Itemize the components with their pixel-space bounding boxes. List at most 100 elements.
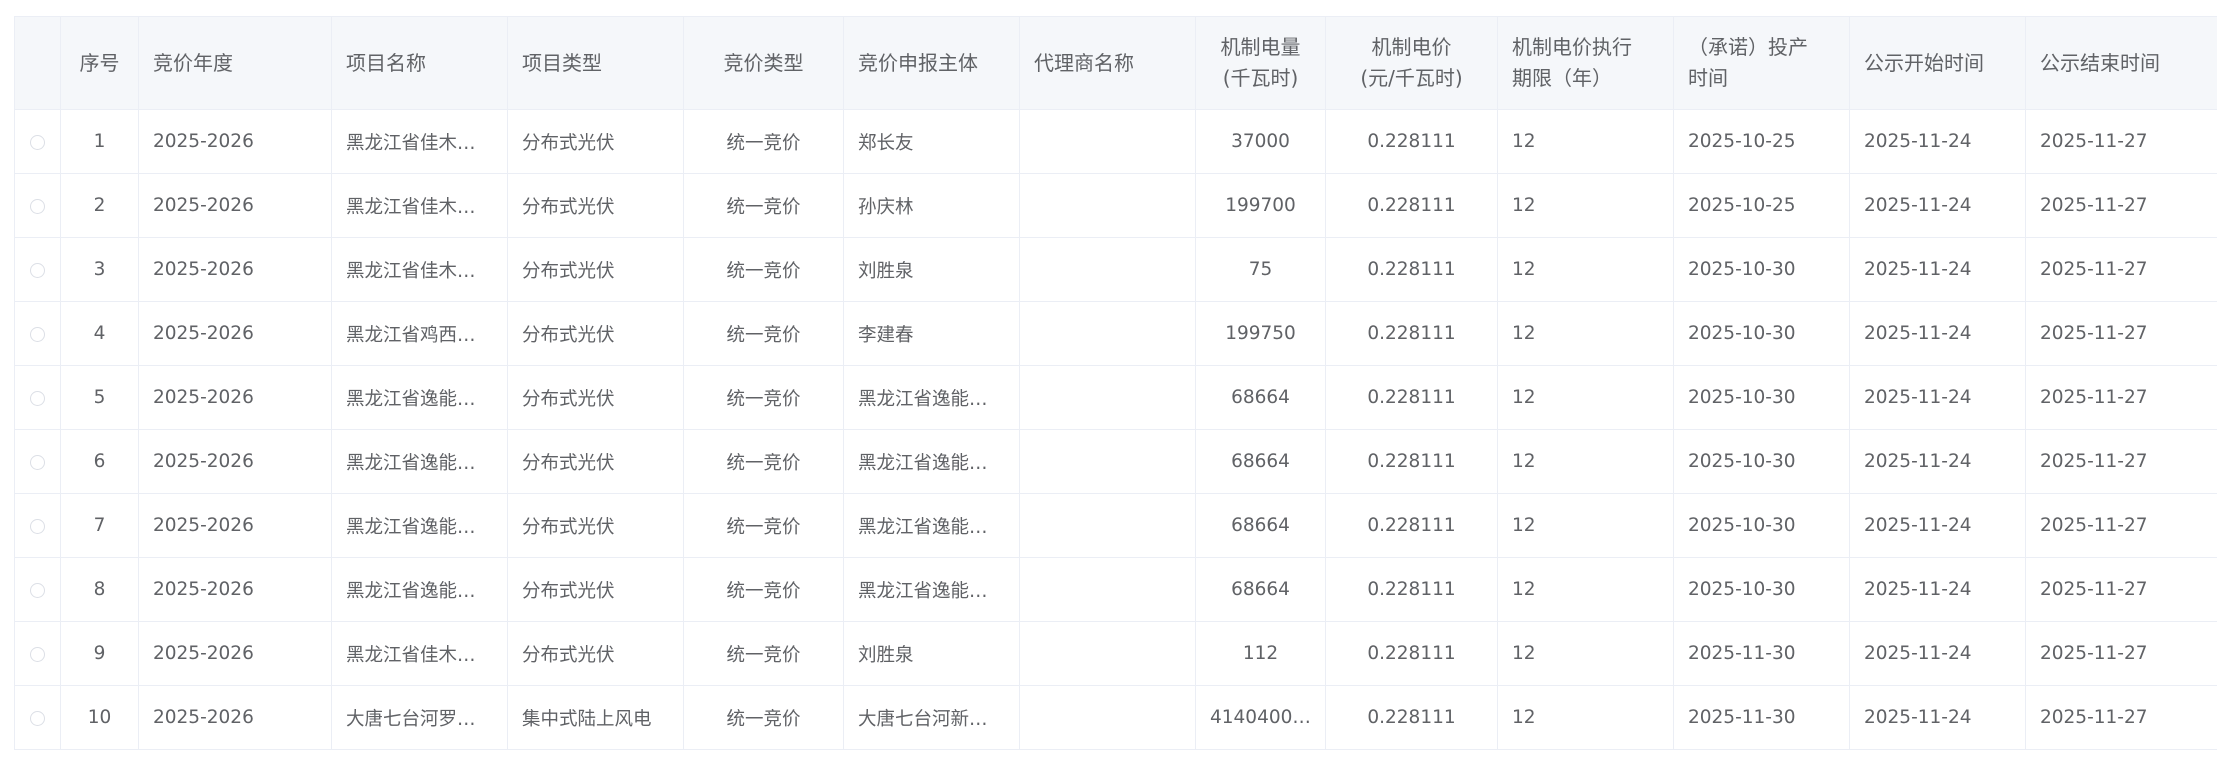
- row-select-radio[interactable]: [30, 454, 45, 470]
- cell-bid-type: 统一竞价: [683, 557, 844, 622]
- cell-agent: [1019, 301, 1196, 366]
- cell-publicity-start: 2025-11-24: [1849, 493, 2026, 558]
- row-select-cell[interactable]: [14, 301, 61, 366]
- cell-project-name: 大唐七台河罗…: [331, 685, 508, 750]
- row-select-radio[interactable]: [30, 134, 45, 150]
- cell-price: 0.228111: [1325, 685, 1498, 750]
- cell-index: 5: [60, 365, 139, 430]
- cell-publicity-start: 2025-11-24: [1849, 173, 2026, 238]
- cell-publicity-start: 2025-11-24: [1849, 365, 2026, 430]
- row-select-cell[interactable]: [14, 621, 61, 686]
- cell-term: 12: [1497, 365, 1674, 430]
- header-price: 机制电价 (元/千瓦时): [1325, 16, 1498, 110]
- cell-applicant: 刘胜泉: [843, 621, 1020, 686]
- table-row[interactable]: 1 2025-2026 黑龙江省佳木… 分布式光伏 统一竞价 郑长友 37000…: [14, 109, 2217, 174]
- header-power-line2: (千瓦时): [1222, 66, 1299, 90]
- cell-applicant: 黑龙江省逸能…: [843, 493, 1020, 558]
- cell-publicity-start: 2025-11-24: [1849, 109, 2026, 174]
- table-body: 1 2025-2026 黑龙江省佳木… 分布式光伏 统一竞价 郑长友 37000…: [14, 109, 2217, 750]
- row-select-cell[interactable]: [14, 429, 61, 494]
- cell-applicant: 黑龙江省逸能…: [843, 557, 1020, 622]
- cell-commission: 2025-10-30: [1673, 557, 1850, 622]
- cell-publicity-start: 2025-11-24: [1849, 621, 2026, 686]
- cell-project-type: 分布式光伏: [507, 237, 684, 302]
- row-select-cell[interactable]: [14, 237, 61, 302]
- header-price-line1: 机制电价: [1371, 35, 1452, 59]
- row-select-cell[interactable]: [14, 493, 61, 558]
- row-select-radio[interactable]: [30, 518, 45, 534]
- table-row[interactable]: 4 2025-2026 黑龙江省鸡西… 分布式光伏 统一竞价 李建春 19975…: [14, 301, 2217, 366]
- table-row[interactable]: 6 2025-2026 黑龙江省逸能… 分布式光伏 统一竞价 黑龙江省逸能… 6…: [14, 429, 2217, 494]
- cell-term: 12: [1497, 109, 1674, 174]
- cell-price: 0.228111: [1325, 429, 1498, 494]
- cell-year: 2025-2026: [138, 237, 332, 302]
- row-select-radio[interactable]: [30, 262, 45, 278]
- row-select-cell[interactable]: [14, 109, 61, 174]
- cell-term: 12: [1497, 557, 1674, 622]
- table-row[interactable]: 2 2025-2026 黑龙江省佳木… 分布式光伏 统一竞价 孙庆林 19970…: [14, 173, 2217, 238]
- cell-power: 68664: [1195, 493, 1326, 558]
- cell-project-name: 黑龙江省佳木…: [331, 621, 508, 686]
- header-publicity-end: 公示结束时间: [2025, 16, 2217, 110]
- results-table-container: 序号 竞价年度 项目名称 项目类型 竞价类型 竞价申报主体 代理商名称 机制电量…: [14, 16, 2217, 750]
- cell-index: 8: [60, 557, 139, 622]
- table-row[interactable]: 3 2025-2026 黑龙江省佳木… 分布式光伏 统一竞价 刘胜泉 75 0.…: [14, 237, 2217, 302]
- row-select-radio[interactable]: [30, 326, 45, 342]
- cell-applicant: 刘胜泉: [843, 237, 1020, 302]
- header-price-line2: (元/千瓦时): [1360, 66, 1463, 90]
- cell-term: 12: [1497, 237, 1674, 302]
- cell-price: 0.228111: [1325, 365, 1498, 430]
- cell-price: 0.228111: [1325, 557, 1498, 622]
- cell-power: 68664: [1195, 429, 1326, 494]
- row-select-radio[interactable]: [30, 390, 45, 406]
- cell-project-name: 黑龙江省佳木…: [331, 237, 508, 302]
- row-select-cell[interactable]: [14, 685, 61, 750]
- cell-project-name: 黑龙江省逸能…: [331, 365, 508, 430]
- cell-power: 414040000: [1195, 685, 1326, 750]
- cell-applicant: 黑龙江省逸能…: [843, 429, 1020, 494]
- row-select-radio[interactable]: [30, 646, 45, 662]
- table-row[interactable]: 8 2025-2026 黑龙江省逸能… 分布式光伏 统一竞价 黑龙江省逸能… 6…: [14, 557, 2217, 622]
- cell-applicant: 黑龙江省逸能…: [843, 365, 1020, 430]
- table-row[interactable]: 5 2025-2026 黑龙江省逸能… 分布式光伏 统一竞价 黑龙江省逸能… 6…: [14, 365, 2217, 430]
- row-select-cell[interactable]: [14, 173, 61, 238]
- row-select-radio[interactable]: [30, 198, 45, 214]
- cell-agent: [1019, 365, 1196, 430]
- cell-power: 75: [1195, 237, 1326, 302]
- cell-term: 12: [1497, 493, 1674, 558]
- cell-agent: [1019, 109, 1196, 174]
- cell-price: 0.228111: [1325, 173, 1498, 238]
- header-publicity-start: 公示开始时间: [1849, 16, 2026, 110]
- table-row[interactable]: 10 2025-2026 大唐七台河罗… 集中式陆上风电 统一竞价 大唐七台河新…: [14, 685, 2217, 750]
- cell-project-type: 分布式光伏: [507, 493, 684, 558]
- cell-project-type: 集中式陆上风电: [507, 685, 684, 750]
- cell-bid-type: 统一竞价: [683, 685, 844, 750]
- cell-term: 12: [1497, 621, 1674, 686]
- header-project-name: 项目名称: [331, 16, 508, 110]
- cell-publicity-start: 2025-11-24: [1849, 301, 2026, 366]
- cell-commission: 2025-11-30: [1673, 685, 1850, 750]
- table-header-row: 序号 竞价年度 项目名称 项目类型 竞价类型 竞价申报主体 代理商名称 机制电量…: [14, 16, 2217, 110]
- cell-publicity-end: 2025-11-27: [2025, 365, 2217, 430]
- header-power: 机制电量 (千瓦时): [1195, 16, 1326, 110]
- table-row[interactable]: 7 2025-2026 黑龙江省逸能… 分布式光伏 统一竞价 黑龙江省逸能… 6…: [14, 493, 2217, 558]
- cell-publicity-start: 2025-11-24: [1849, 685, 2026, 750]
- cell-index: 4: [60, 301, 139, 366]
- table-row[interactable]: 9 2025-2026 黑龙江省佳木… 分布式光伏 统一竞价 刘胜泉 112 0…: [14, 621, 2217, 686]
- row-select-radio[interactable]: [30, 582, 45, 598]
- cell-power: 68664: [1195, 365, 1326, 430]
- row-select-cell[interactable]: [14, 557, 61, 622]
- cell-bid-type: 统一竞价: [683, 621, 844, 686]
- cell-publicity-start: 2025-11-24: [1849, 429, 2026, 494]
- cell-year: 2025-2026: [138, 685, 332, 750]
- row-select-radio[interactable]: [30, 710, 45, 726]
- header-commission-line1: （承诺）投产: [1688, 35, 1808, 59]
- cell-commission: 2025-10-30: [1673, 365, 1850, 430]
- cell-term: 12: [1497, 429, 1674, 494]
- cell-publicity-start: 2025-11-24: [1849, 557, 2026, 622]
- header-index: 序号: [60, 16, 139, 110]
- row-select-cell[interactable]: [14, 365, 61, 430]
- cell-commission: 2025-10-25: [1673, 173, 1850, 238]
- cell-project-name: 黑龙江省逸能…: [331, 493, 508, 558]
- cell-power: 199700: [1195, 173, 1326, 238]
